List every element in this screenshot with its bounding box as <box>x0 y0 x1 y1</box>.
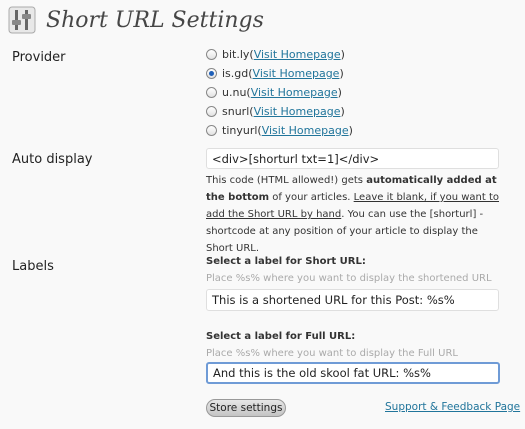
auto-display-label: Auto display <box>12 152 93 167</box>
labels-label: Labels <box>12 259 54 274</box>
short-url-hint: Place %s% where you want to display the … <box>206 273 492 284</box>
provider-name: is.gd <box>222 67 249 80</box>
short-url-label-input[interactable]: This is a shortened URL for this Post: %… <box>206 289 499 311</box>
auto-display-description: This code (HTML allowed!) gets automatic… <box>206 175 500 254</box>
visit-homepage-link[interactable]: Visit Homepage <box>251 86 338 99</box>
page-title: Short URL Settings <box>46 7 264 33</box>
short-url-label-title: Select a label for Short URL: <box>206 256 366 267</box>
provider-option-tinyurl[interactable]: tinyurl (Visit Homepage) <box>206 121 353 140</box>
store-settings-button[interactable]: Store settings <box>206 399 286 417</box>
radio-snurl[interactable] <box>206 106 217 117</box>
visit-homepage-link[interactable]: Visit Homepage <box>254 105 341 118</box>
provider-option-snurl[interactable]: snurl (Visit Homepage) <box>206 102 353 121</box>
provider-label: Provider <box>12 50 66 65</box>
full-url-label-title: Select a label for Full URL: <box>206 331 356 342</box>
visit-homepage-link[interactable]: Visit Homepage <box>254 48 341 61</box>
visit-homepage-link[interactable]: Visit Homepage <box>253 67 340 80</box>
full-url-label-input[interactable]: And this is the old skool fat URL: %s% <box>206 362 500 384</box>
page-header: Short URL Settings <box>8 6 264 34</box>
provider-name: snurl <box>222 105 250 118</box>
radio-tinyurl[interactable] <box>206 125 217 136</box>
radio-bitly[interactable] <box>206 49 217 60</box>
visit-homepage-link[interactable]: Visit Homepage <box>262 124 349 137</box>
auto-display-input[interactable]: <div>[shorturl txt=1]</div> <box>206 148 499 169</box>
provider-option-unu[interactable]: u.nu (Visit Homepage) <box>206 83 353 102</box>
radio-unu[interactable] <box>206 87 217 98</box>
settings-sliders-icon <box>8 6 36 34</box>
radio-isgd[interactable] <box>206 68 217 79</box>
provider-options: bit.ly (Visit Homepage) is.gd (Visit Hom… <box>206 45 353 140</box>
provider-name: tinyurl <box>222 124 258 137</box>
provider-name: u.nu <box>222 86 247 99</box>
provider-option-bitly[interactable]: bit.ly (Visit Homepage) <box>206 45 353 64</box>
support-feedback-link[interactable]: Support & Feedback Page <box>385 401 520 413</box>
provider-name: bit.ly <box>222 48 250 61</box>
full-url-hint: Place %s% where you want to display the … <box>206 348 458 359</box>
provider-option-isgd[interactable]: is.gd (Visit Homepage) <box>206 64 353 83</box>
